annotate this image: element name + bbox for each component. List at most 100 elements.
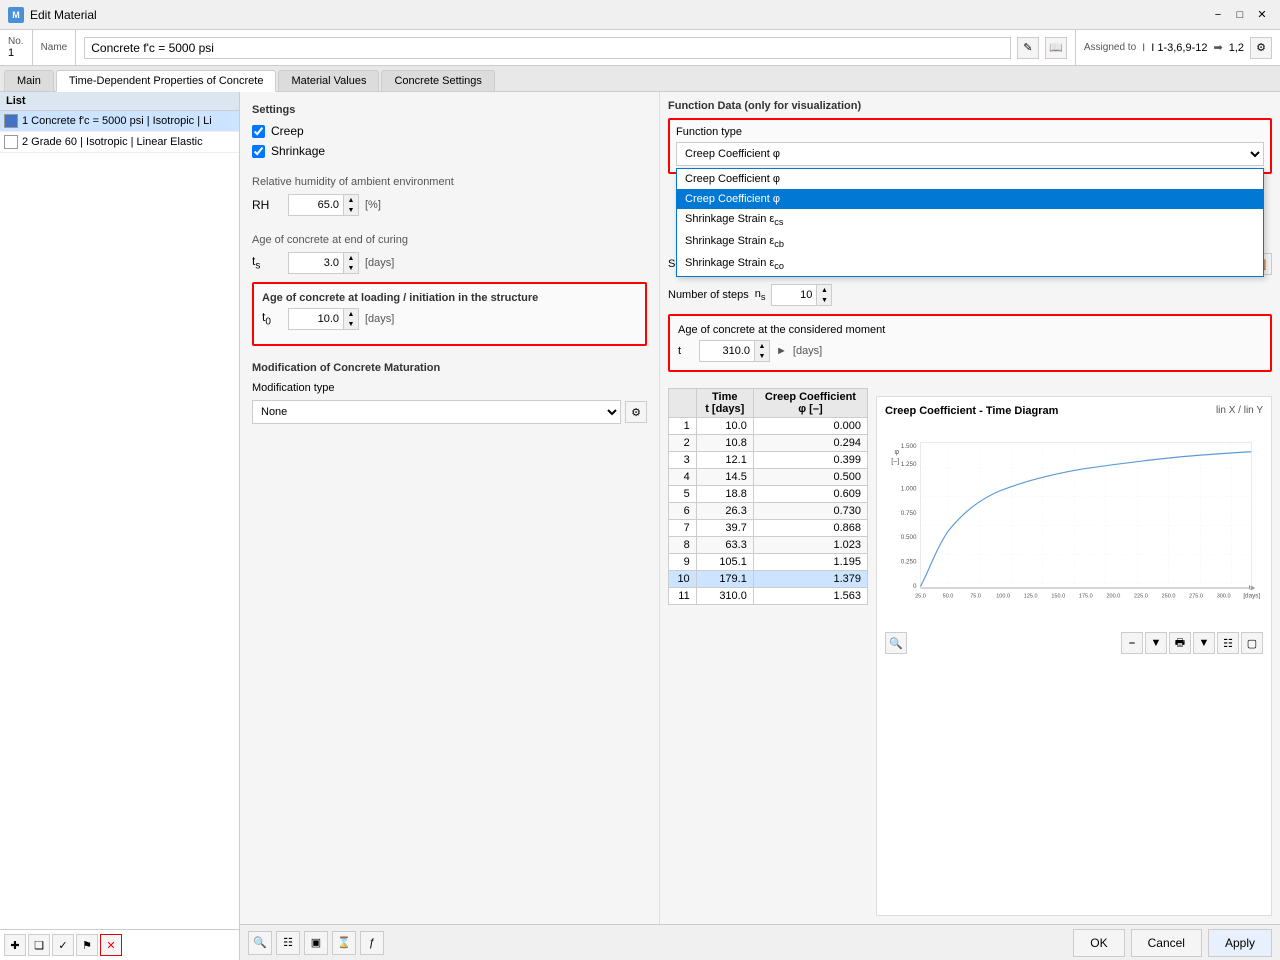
modification-title: Modification of Concrete Maturation <box>252 362 647 374</box>
pointer-button[interactable]: ⌛ <box>332 931 356 955</box>
dropdown-option-shrinkage2[interactable]: Shrinkage Strain εcb <box>677 231 1263 253</box>
tab-concrete-settings[interactable]: Concrete Settings <box>381 70 494 91</box>
ns-spin: ▲ ▼ <box>816 284 832 306</box>
ok-button[interactable]: OK <box>1073 929 1124 957</box>
chart-down-btn[interactable]: ▼ <box>1145 632 1167 654</box>
copy-material-button[interactable]: ❏ <box>28 934 50 956</box>
ts-input-group: ▲ ▼ <box>288 252 359 274</box>
t-up[interactable]: ▲ <box>755 341 769 351</box>
cell-time: 179.1 <box>696 571 753 588</box>
table-row: 7 39.7 0.868 <box>669 520 868 537</box>
arrow-icon: ➡ <box>1213 41 1222 54</box>
cell-index: 9 <box>669 554 697 571</box>
rh-input[interactable] <box>288 194 343 216</box>
age-moment-row: t ▲ ▼ ► [days] <box>678 340 1262 362</box>
svg-text:275.0: 275.0 <box>1189 593 1203 599</box>
name-label: Name <box>41 42 68 53</box>
chart-print-btn[interactable]: 🖶 <box>1169 632 1191 654</box>
action-buttons: OK Cancel Apply <box>1073 929 1272 957</box>
age-loading-title: Age of concrete at loading / initiation … <box>262 292 637 304</box>
t0-input[interactable] <box>288 308 343 330</box>
dropdown-option-creep1[interactable]: Creep Coefficient φ <box>677 169 1263 189</box>
bottom-bar: 🔍 ☷ ▣ ⌛ ƒ OK Cancel Apply <box>240 924 1280 960</box>
bottom-left-buttons: 🔍 ☷ ▣ ⌛ ƒ <box>248 931 384 955</box>
ns-up[interactable]: ▲ <box>817 285 831 295</box>
modification-settings-btn[interactable]: ⚙ <box>625 401 647 423</box>
book-button[interactable]: 📖 <box>1045 37 1067 59</box>
dropdown-option-shrinkage3[interactable]: Shrinkage Strain εco <box>677 253 1263 275</box>
name-field-area: ✎ 📖 <box>76 30 1075 65</box>
svg-text:1.000: 1.000 <box>901 485 917 492</box>
table-row: 10 179.1 1.379 <box>669 571 868 588</box>
cancel-button[interactable]: Cancel <box>1131 929 1202 957</box>
cell-time: 10.0 <box>696 418 753 435</box>
t0-down[interactable]: ▼ <box>344 319 358 329</box>
cell-time: 310.0 <box>696 588 753 605</box>
color-swatch-1 <box>4 114 18 128</box>
ts-row: ts ▲ ▼ [days] <box>252 252 647 274</box>
ns-input[interactable] <box>771 284 816 306</box>
svg-text:100.0: 100.0 <box>996 593 1010 599</box>
svg-text:0.750: 0.750 <box>901 510 917 517</box>
chart-down2-btn[interactable]: ▼ <box>1193 632 1215 654</box>
dropdown-option-creep2[interactable]: Creep Coefficient φ <box>677 189 1263 209</box>
mod-type-label: Modification type <box>252 382 647 394</box>
chart-table-btn[interactable]: ☷ <box>1217 632 1239 654</box>
chart-grid-btn[interactable]: ▢ <box>1241 632 1263 654</box>
table-chart-container: Timet [days] Creep Coefficientφ [–] 1 10… <box>668 388 1272 916</box>
tab-material-values[interactable]: Material Values <box>278 70 379 91</box>
cell-value: 0.730 <box>753 503 867 520</box>
ts-input[interactable] <box>288 252 343 274</box>
flag-material-button[interactable]: ⚑ <box>76 934 98 956</box>
check-material-button[interactable]: ✓ <box>52 934 74 956</box>
maximize-button[interactable]: □ <box>1230 5 1250 25</box>
function-type-select[interactable]: Creep Coefficient φ Shrinkage Strain εcs… <box>676 142 1264 166</box>
sidebar-item-1[interactable]: 1 Concrete f'c = 5000 psi | Isotropic | … <box>0 111 239 132</box>
cell-value: 0.868 <box>753 520 867 537</box>
t-input[interactable] <box>699 340 754 362</box>
assigned-section: Assigned to I I 1-3,6,9-12 ➡ 1,2 ⚙ <box>1075 30 1280 65</box>
grid-button[interactable]: ☷ <box>276 931 300 955</box>
assigned-settings-button[interactable]: ⚙ <box>1250 37 1272 59</box>
sidebar-list: 1 Concrete f'c = 5000 psi | Isotropic | … <box>0 111 239 520</box>
select-button[interactable]: ▣ <box>304 931 328 955</box>
creep-checkbox[interactable] <box>252 125 265 138</box>
dropdown-option-shrinkage1[interactable]: Shrinkage Strain εcs <box>677 209 1263 231</box>
color-swatch-2 <box>4 135 18 149</box>
rh-up[interactable]: ▲ <box>344 195 358 205</box>
delete-material-button[interactable]: ✕ <box>100 934 122 956</box>
apply-button[interactable]: Apply <box>1208 929 1272 957</box>
ns-down[interactable]: ▼ <box>817 295 831 305</box>
table-row: 8 63.3 1.023 <box>669 537 868 554</box>
add-material-button[interactable]: ✚ <box>4 934 26 956</box>
chart-zoom-btn[interactable]: 🔍 <box>885 632 907 654</box>
age-loading-box: Age of concrete at loading / initiation … <box>252 282 647 346</box>
formula-button[interactable]: ƒ <box>360 931 384 955</box>
modification-select[interactable]: None Type A Type B <box>252 400 621 424</box>
tab-time-dependent[interactable]: Time-Dependent Properties of Concrete <box>56 70 277 92</box>
table-row: 9 105.1 1.195 <box>669 554 868 571</box>
search-button[interactable]: 🔍 <box>248 931 272 955</box>
rh-down[interactable]: ▼ <box>344 205 358 215</box>
shrinkage-checkbox[interactable] <box>252 145 265 158</box>
close-button[interactable]: ✕ <box>1252 5 1272 25</box>
minimize-button[interactable]: − <box>1208 5 1228 25</box>
t-down[interactable]: ▼ <box>755 351 769 361</box>
t0-up[interactable]: ▲ <box>344 309 358 319</box>
steps-label: Number of steps <box>668 289 749 301</box>
edit-name-button[interactable]: ✎ <box>1017 37 1039 59</box>
info-bar: No. 1 Name ✎ 📖 Assigned to I I 1-3,6,9-1… <box>0 30 1280 66</box>
ts-spin: ▲ ▼ <box>343 252 359 274</box>
table-row: 1 10.0 0.000 <box>669 418 868 435</box>
cell-index: 4 <box>669 469 697 486</box>
svg-text:200.0: 200.0 <box>1106 593 1120 599</box>
settings-panel: Settings Creep Shrinkage Relative humidi… <box>240 92 660 924</box>
sidebar-item-2[interactable]: 2 Grade 60 | Isotropic | Linear Elastic <box>0 132 239 153</box>
right-data-area: Function Data (only for visualization) F… <box>660 92 1280 924</box>
tab-main[interactable]: Main <box>4 70 54 91</box>
ts-down[interactable]: ▼ <box>344 263 358 273</box>
ts-up[interactable]: ▲ <box>344 253 358 263</box>
window-title: Edit Material <box>30 8 97 22</box>
name-input[interactable] <box>84 37 1011 59</box>
chart-line-btn[interactable]: ⎯ <box>1121 632 1143 654</box>
